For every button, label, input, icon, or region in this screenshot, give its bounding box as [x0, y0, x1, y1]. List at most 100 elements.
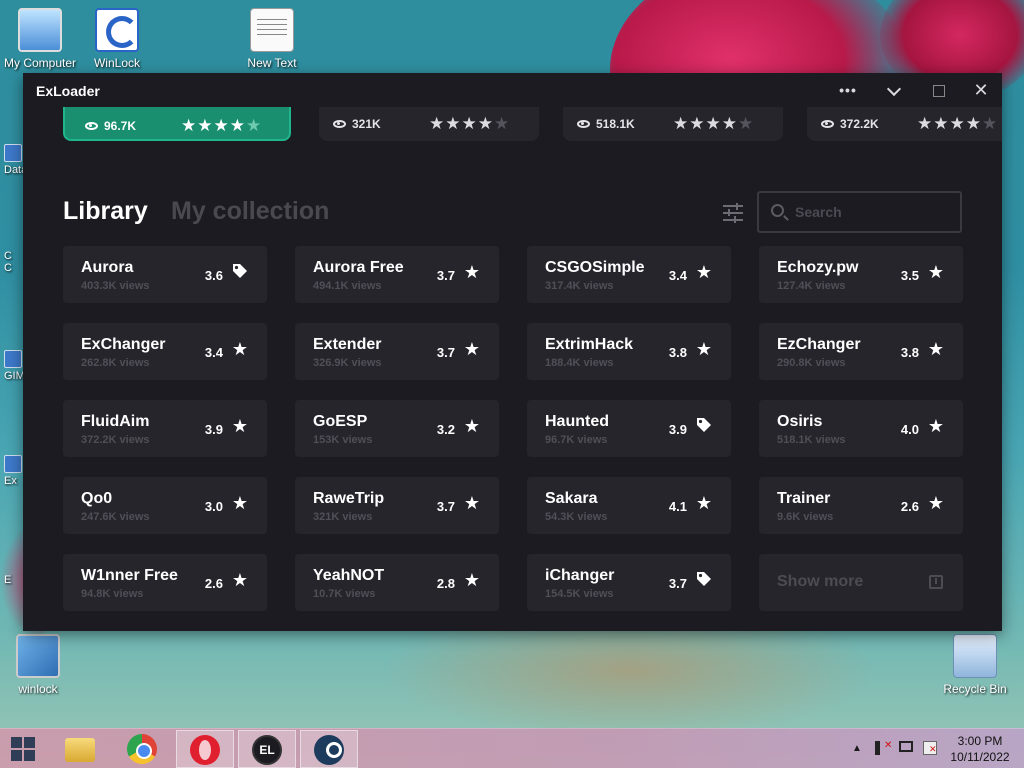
- desktop-icon-partial[interactable]: Data: [4, 144, 27, 176]
- library-card-rating: 3.7: [436, 345, 455, 360]
- desktop-icon-partial[interactable]: GIM: [4, 350, 25, 382]
- action-center-alert-icon[interactable]: [923, 741, 937, 755]
- desktop-icon-winlock-setup[interactable]: winlock: [0, 634, 78, 696]
- taskbar-file-explorer[interactable]: [52, 730, 110, 768]
- desktop-icon-label: C: [4, 250, 12, 262]
- taskbar-steam[interactable]: [300, 730, 358, 768]
- volume-muted-icon[interactable]: [875, 740, 892, 755]
- title-bar[interactable]: ExLoader ••• ✕: [23, 73, 1002, 107]
- desktop-icon-recycle-bin[interactable]: Recycle Bin: [935, 634, 1015, 696]
- desktop-icon-new-text[interactable]: New Text: [232, 8, 312, 70]
- library-card-title: Trainer: [777, 490, 831, 507]
- library-card[interactable]: Aurora 403.3K views 3.6: [63, 246, 267, 303]
- library-card[interactable]: Haunted 96.7K views 3.9: [527, 400, 731, 457]
- desktop-icon-winlock[interactable]: WinLock: [77, 8, 157, 70]
- view-count: 372.2K: [821, 117, 879, 131]
- close-button[interactable]: ✕: [966, 79, 996, 101]
- star-icon[interactable]: ★: [231, 494, 249, 512]
- library-card-views: 494.1K views: [313, 280, 382, 292]
- library-card[interactable]: FluidAim 372.2K views 3.9 ★: [63, 400, 267, 457]
- star-icon[interactable]: ★: [695, 494, 713, 512]
- library-card-rating: 3.9: [668, 422, 687, 437]
- network-icon[interactable]: [899, 741, 913, 752]
- show-more-button[interactable]: Show more: [759, 554, 963, 611]
- library-card-rating: 3.8: [668, 345, 687, 360]
- taskbar-opera[interactable]: [176, 730, 234, 768]
- tag-icon[interactable]: [695, 417, 713, 435]
- desktop-icon-partial[interactable]: C C: [4, 250, 24, 274]
- library-card[interactable]: RaweTrip 321K views 3.7 ★: [295, 477, 499, 534]
- taskbar-exloader[interactable]: EL: [238, 730, 296, 768]
- library-card-title: Qo0: [81, 490, 113, 507]
- tag-icon[interactable]: [695, 571, 713, 589]
- star-icon[interactable]: ★: [695, 340, 713, 358]
- library-card[interactable]: GoESP 153K views 3.2 ★: [295, 400, 499, 457]
- library-card-title: Haunted: [545, 413, 609, 430]
- app-icon: [4, 455, 22, 473]
- star-icon[interactable]: ★: [463, 417, 481, 435]
- eye-icon: [85, 122, 98, 130]
- star-icon[interactable]: ★: [463, 571, 481, 589]
- desktop-icon-partial[interactable]: E: [4, 574, 24, 586]
- filter-icon[interactable]: [723, 203, 745, 223]
- library-card-rating: 3.6: [204, 268, 223, 283]
- library-card[interactable]: Echozy.pw 127.4K views 3.5 ★: [759, 246, 963, 303]
- library-card-rating: 3.7: [436, 499, 455, 514]
- tag-icon[interactable]: [231, 263, 249, 281]
- star-icon[interactable]: ★: [927, 417, 945, 435]
- search-input[interactable]: [795, 202, 955, 222]
- library-card-views: 188.4K views: [545, 357, 614, 369]
- star-icon[interactable]: ★: [927, 340, 945, 358]
- eye-icon: [577, 120, 590, 128]
- library-card-title: Echozy.pw: [777, 259, 859, 276]
- star-icon[interactable]: ★: [231, 340, 249, 358]
- library-card[interactable]: iChanger 154.5K views 3.7: [527, 554, 731, 611]
- desktop-icon-label: New Text: [247, 56, 297, 70]
- search-box[interactable]: [757, 191, 962, 233]
- clock-time: 3:00 PM: [957, 734, 1003, 748]
- library-card-views: 94.8K views: [81, 588, 144, 600]
- star-rating: ★★★★★: [429, 114, 511, 133]
- star-icon[interactable]: ★: [463, 340, 481, 358]
- show-hidden-icons-button[interactable]: ▲: [852, 743, 862, 754]
- library-card-rating: 2.6: [204, 576, 223, 591]
- library-card[interactable]: YeahNOT 10.7K views 2.8 ★: [295, 554, 499, 611]
- library-card[interactable]: W1nner Free 94.8K views 2.6 ★: [63, 554, 267, 611]
- library-card[interactable]: ExChanger 262.8K views 3.4 ★: [63, 323, 267, 380]
- star-icon[interactable]: ★: [927, 263, 945, 281]
- library-card[interactable]: Extender 326.9K views 3.7 ★: [295, 323, 499, 380]
- library-card[interactable]: Qo0 247.6K views 3.0 ★: [63, 477, 267, 534]
- library-card[interactable]: ExtrimHack 188.4K views 3.8 ★: [527, 323, 731, 380]
- library-card-rating: 4.1: [668, 499, 687, 514]
- exloader-window: ExLoader ••• ✕ 96.7K ★★★★★ 321K ★★★★★ 51…: [23, 73, 1002, 631]
- app-title: ExLoader: [36, 83, 100, 99]
- desktop-icon-my-computer[interactable]: My Computer: [0, 8, 80, 70]
- library-card[interactable]: Aurora Free 494.1K views 3.7 ★: [295, 246, 499, 303]
- star-icon[interactable]: ★: [927, 494, 945, 512]
- library-card-views: 154.5K views: [545, 588, 614, 600]
- star-rating: ★★★★★: [673, 114, 755, 133]
- star-icon[interactable]: ★: [231, 571, 249, 589]
- star-icon[interactable]: ★: [463, 494, 481, 512]
- start-button[interactable]: [0, 729, 48, 768]
- system-clock[interactable]: 3:00 PM 10/11/2022: [940, 733, 1020, 765]
- taskbar-chrome[interactable]: [114, 730, 172, 768]
- eye-icon: [821, 120, 834, 128]
- eye-icon: [333, 120, 346, 128]
- desktop-icon-partial[interactable]: Ex: [4, 455, 24, 487]
- star-icon[interactable]: ★: [231, 417, 249, 435]
- maximize-button[interactable]: [923, 79, 953, 101]
- tab-my-collection[interactable]: My collection: [171, 197, 329, 226]
- library-card[interactable]: CSGOSimple 317.4K views 3.4 ★: [527, 246, 731, 303]
- library-card[interactable]: Osiris 518.1K views 4.0 ★: [759, 400, 963, 457]
- view-count: 518.1K: [577, 117, 635, 131]
- library-card[interactable]: Sakara 54.3K views 4.1 ★: [527, 477, 731, 534]
- library-card[interactable]: EzChanger 290.8K views 3.8 ★: [759, 323, 963, 380]
- star-icon[interactable]: ★: [463, 263, 481, 281]
- minimize-button[interactable]: [879, 79, 909, 101]
- star-icon[interactable]: ★: [695, 263, 713, 281]
- tab-library[interactable]: Library: [63, 197, 148, 226]
- library-card[interactable]: Trainer 9.6K views 2.6 ★: [759, 477, 963, 534]
- more-options-button[interactable]: •••: [833, 79, 863, 101]
- view-count: 96.7K: [85, 119, 136, 133]
